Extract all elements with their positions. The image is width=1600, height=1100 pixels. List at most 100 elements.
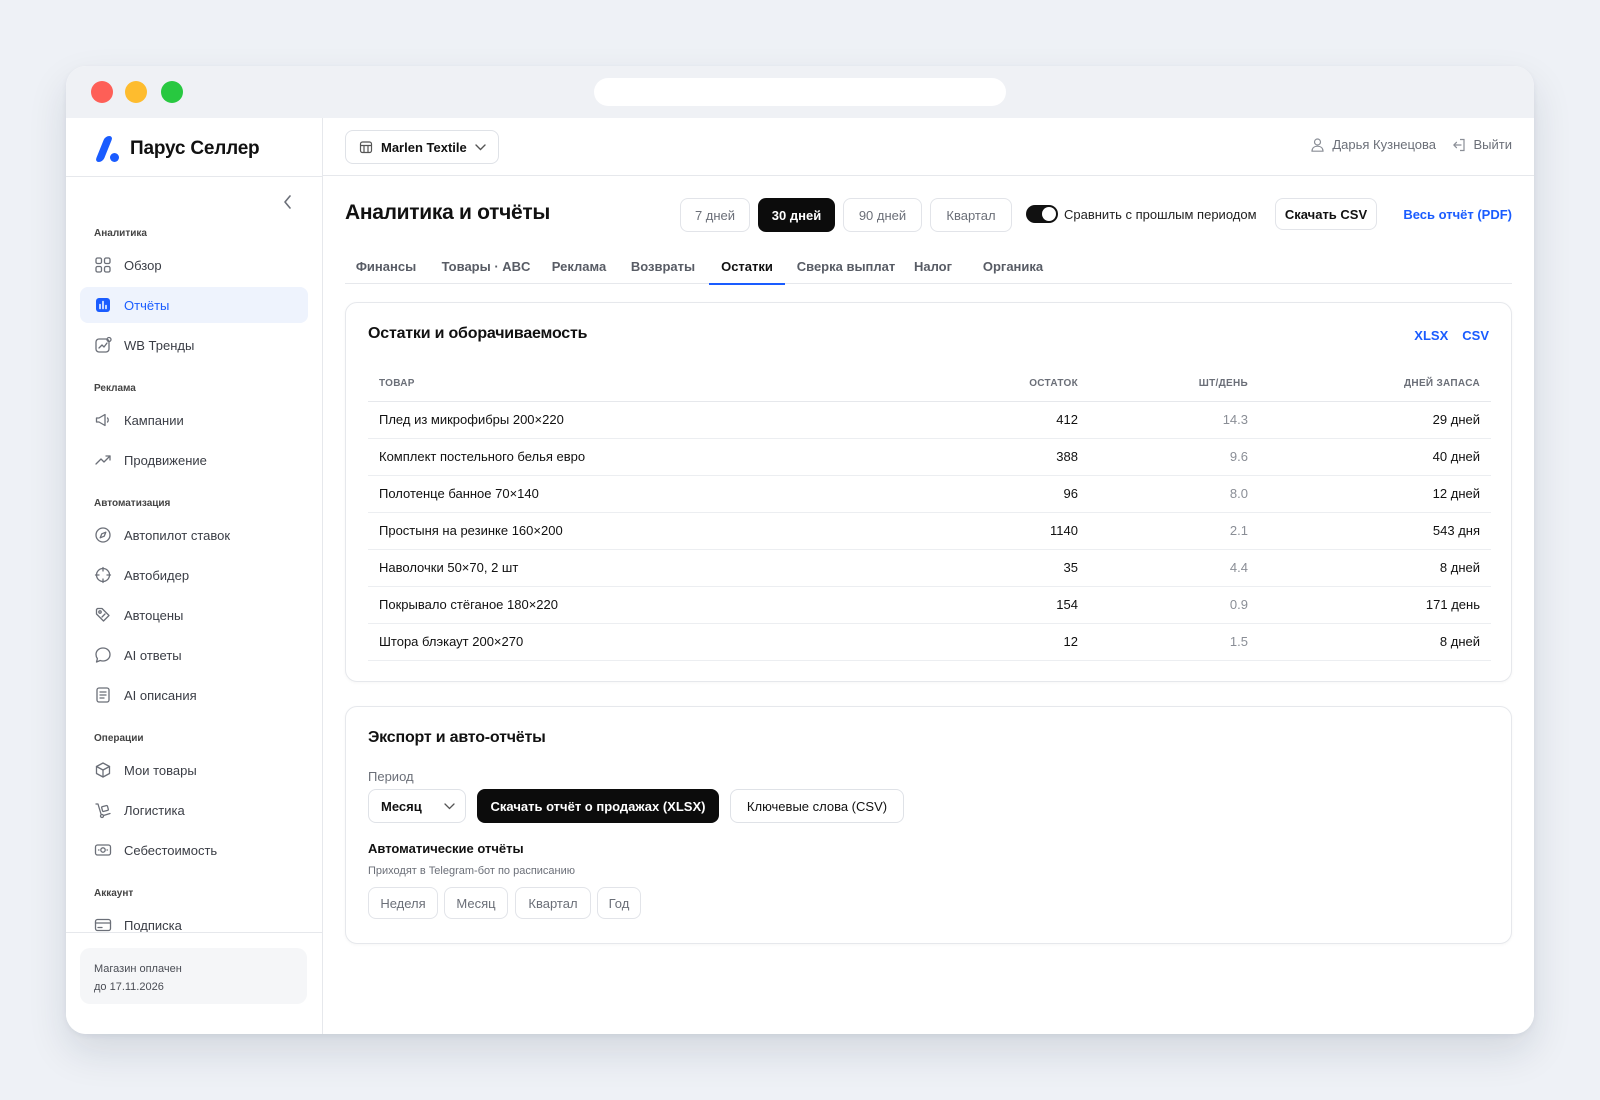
tab-7[interactable]: Органика	[973, 248, 1053, 284]
minimize-window-button[interactable]	[125, 81, 147, 103]
cell-product: Плед из микрофибры 200×220	[368, 401, 888, 439]
sidebar-item-credit-card[interactable]: Подписка	[80, 907, 308, 943]
auto-reports-subtitle: Приходят в Telegram-бот по расписанию	[368, 865, 576, 877]
subscription-until-date: до 17.11.2026	[94, 981, 164, 993]
cell-days-of-stock: 12 дней	[1259, 475, 1491, 513]
sidebar-item-compass[interactable]: Автопилот ставок	[80, 517, 308, 553]
table-row[interactable]: Полотенце банное 70×140 96 8.0 12 дней	[368, 475, 1491, 513]
sidebar-item-dolly[interactable]: Логистика	[80, 792, 308, 828]
address-bar[interactable]	[594, 78, 1006, 106]
trending-up-icon	[95, 455, 111, 465]
logout-button[interactable]: Выйти	[1452, 137, 1513, 152]
export-period-select[interactable]: Месяц	[368, 789, 466, 823]
table-row[interactable]: Комплект постельного белья евро 388 9.6 40 …	[368, 438, 1491, 476]
sidebar-item-trending-up[interactable]: Продвижение	[80, 442, 308, 478]
tab-1[interactable]: Товары · ABC	[434, 248, 538, 284]
cell-days-of-stock: 8 дней	[1259, 549, 1491, 587]
keywords-csv-button[interactable]: Ключевые слова (CSV)	[730, 789, 904, 823]
dolly-icon	[94, 801, 112, 819]
maximize-window-button[interactable]	[161, 81, 183, 103]
compare-toggle-label: Сравнить с прошлым периодом	[1064, 207, 1257, 222]
tab-0[interactable]: Финансы	[345, 248, 427, 284]
cell-days-of-stock: 171 день	[1259, 586, 1491, 624]
cell-stock: 1140	[888, 512, 1089, 550]
megaphone-icon	[95, 413, 109, 427]
sidebar-item-label: Подписка	[124, 917, 182, 933]
period-button-2[interactable]: 90 дней	[843, 198, 922, 232]
tab-5[interactable]: Сверка выплат	[791, 248, 901, 284]
export-csv-link[interactable]: CSV	[1462, 328, 1489, 343]
schedule-chip-0[interactable]: Неделя	[368, 887, 438, 919]
cell-stock: 96	[888, 475, 1089, 513]
sidebar-bottom-divider	[66, 932, 322, 933]
sidebar-item-banknote[interactable]: Себестоимость	[80, 832, 308, 868]
table-row[interactable]: Штора блэкаут 200×270 12 1.5 8 дней	[368, 623, 1491, 661]
sidebar-item-label: AI описания	[124, 687, 197, 703]
cell-product: Наволочки 50×70, 2 шт	[368, 549, 888, 587]
schedule-chip-1[interactable]: Месяц	[444, 887, 508, 919]
tab-4[interactable]: Остатки	[709, 248, 785, 285]
sidebar-item-trend-card[interactable]: WB Тренды	[80, 327, 308, 363]
cell-stock: 154	[888, 586, 1089, 624]
cell-per-day: 4.4	[1089, 549, 1259, 587]
collapse-sidebar-button[interactable]	[278, 192, 298, 212]
column-header-days-of-stock[interactable]: ДНЕЙ ЗАПАСА	[1259, 367, 1491, 402]
store-name: Marlen Textile	[381, 139, 467, 155]
export-xlsx-link[interactable]: XLSX	[1414, 328, 1448, 343]
cell-per-day: 8.0	[1089, 475, 1259, 513]
download-sales-report-button[interactable]: Скачать отчёт о продажах (XLSX)	[477, 789, 719, 823]
app-logo[interactable]: Парус Селлер	[90, 136, 260, 162]
store-selector[interactable]: Marlen Textile	[345, 130, 499, 164]
auto-reports-title: Автоматические отчёты	[368, 841, 524, 856]
tab-2[interactable]: Реклама	[545, 248, 613, 284]
cell-product: Простыня на резинке 160×200	[368, 512, 888, 550]
user-profile[interactable]: Дарья Кузнецова	[1311, 137, 1436, 152]
user-icon	[1311, 137, 1324, 152]
compass-icon	[95, 527, 111, 543]
main-content: Marlen Textile Дарья Кузнецова Выйти Ана…	[323, 118, 1534, 1034]
column-header-product[interactable]: ТОВАР	[368, 367, 888, 402]
subscription-status: Магазин оплачен до 17.11.2026	[80, 948, 307, 1004]
schedule-chip-2[interactable]: Квартал	[515, 887, 591, 919]
period-button-0[interactable]: 7 дней	[680, 198, 750, 232]
sidebar-item-crosshair[interactable]: Автобидер	[80, 557, 308, 593]
tab-6[interactable]: Налог	[907, 248, 959, 284]
cell-product: Полотенце банное 70×140	[368, 475, 888, 513]
chevron-down-icon	[444, 803, 455, 810]
sidebar-nav: Аналитика Обзор Отчёты WB Тренды Реклама Камп…	[80, 228, 308, 947]
sidebar-item-chat-bubble[interactable]: AI ответы	[80, 637, 308, 673]
tab-3[interactable]: Возвраты	[621, 248, 705, 284]
close-window-button[interactable]	[91, 81, 113, 103]
user-name: Дарья Кузнецова	[1332, 137, 1436, 152]
schedule-chip-3[interactable]: Год	[597, 887, 641, 919]
column-header-stock[interactable]: ОСТАТОК	[888, 367, 1089, 402]
nav-section-title: Аккаунт	[94, 888, 134, 899]
dolly-icon	[95, 803, 111, 819]
sidebar-item-document[interactable]: AI описания	[80, 677, 308, 713]
period-button-1[interactable]: 30 дней	[758, 198, 835, 232]
table-row[interactable]: Плед из микрофибры 200×220 412 14.3 29 дней	[368, 401, 1491, 439]
window-titlebar	[66, 66, 1534, 118]
sidebar-item-box[interactable]: Мои товары	[80, 752, 308, 788]
table-row[interactable]: Наволочки 50×70, 2 шт 35 4.4 8 дней	[368, 549, 1491, 587]
logout-label: Выйти	[1473, 137, 1513, 152]
column-header-per-day[interactable]: ШТ/ДЕНЬ	[1089, 367, 1259, 402]
compare-toggle[interactable]	[1026, 205, 1058, 223]
sidebar-item-grid[interactable]: Обзор	[80, 247, 308, 283]
period-button-3[interactable]: Квартал	[930, 198, 1012, 232]
chart-icon	[94, 296, 112, 314]
full-report-pdf-link[interactable]: Весь отчёт (PDF)	[1403, 207, 1512, 222]
download-csv-button[interactable]: Скачать CSV	[1275, 198, 1377, 230]
logout-icon	[1452, 138, 1465, 151]
sidebar-item-label: Мои товары	[124, 762, 197, 778]
table-row[interactable]: Покрывало стёганое 180×220 154 0.9 171 день	[368, 586, 1491, 624]
sidebar-item-megaphone[interactable]: Кампании	[80, 402, 308, 438]
trend-card-icon	[94, 336, 112, 354]
chat-bubble-icon	[94, 646, 112, 664]
sidebar-item-chart[interactable]: Отчёты	[80, 287, 308, 323]
cell-per-day: 14.3	[1089, 401, 1259, 439]
sidebar-item-tag[interactable]: Автоцены	[80, 597, 308, 633]
tag-icon	[94, 606, 112, 624]
nav-section-title: Аналитика	[94, 228, 147, 239]
table-row[interactable]: Простыня на резинке 160×200 1140 2.1 543 дн…	[368, 512, 1491, 550]
